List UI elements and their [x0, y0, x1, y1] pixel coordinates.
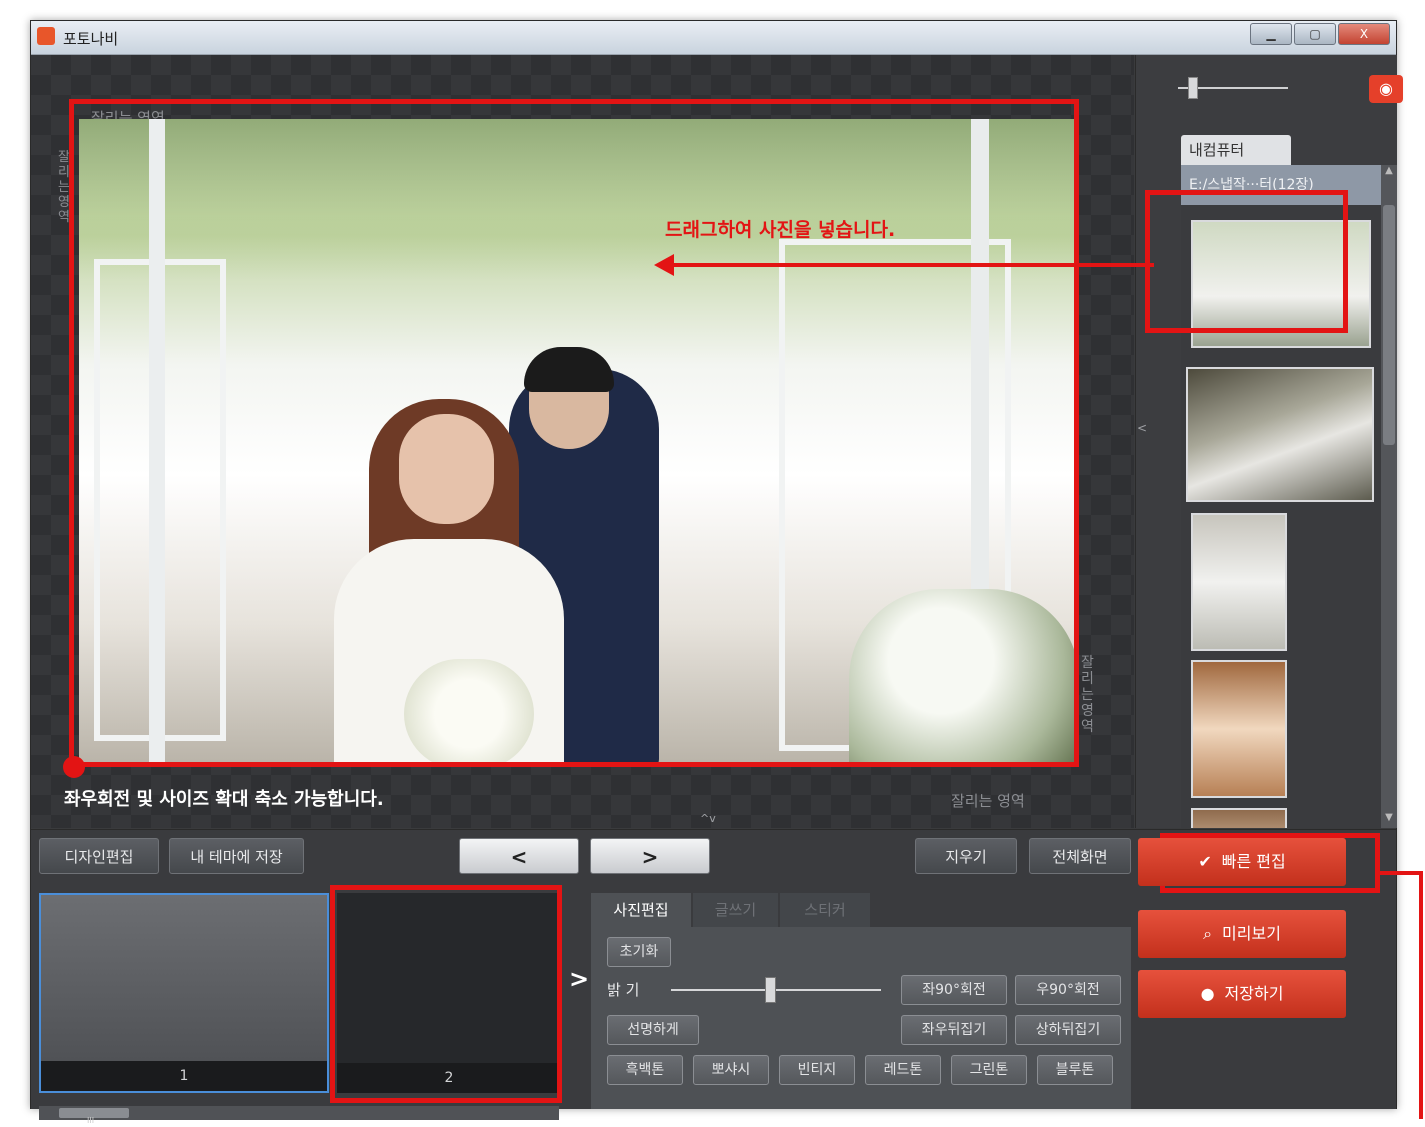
quick-edit-label: 빠른 편집: [1221, 852, 1286, 871]
scroll-up-icon[interactable]: ▲: [1381, 165, 1397, 181]
brightness-knob[interactable]: [764, 977, 776, 1003]
thumbnail-scrollbar[interactable]: ▲ ▼: [1381, 165, 1397, 828]
save-to-theme-button[interactable]: 내 테마에 저장: [169, 838, 304, 874]
filter-soft-button[interactable]: 뽀샤시: [693, 1055, 769, 1085]
drag-arrow-line: [660, 263, 1154, 267]
rotate-left-button[interactable]: 좌90°회전: [901, 975, 1007, 1005]
scroll-thumb[interactable]: [1383, 205, 1395, 445]
page-strip-next-icon[interactable]: >: [569, 965, 589, 993]
photo-edit-panel: 사진편집 글쓰기 스티커 초기화 밝 기 좌90°회전 우90°회전 선명하게 …: [591, 893, 1131, 1109]
preview-label: 미리보기: [1222, 924, 1281, 943]
expand-toggle-icon[interactable]: ^v: [700, 812, 716, 825]
page-thumb-1[interactable]: 1: [39, 893, 329, 1093]
scroll-grip: III: [87, 1116, 95, 1125]
page-strip-scroll-thumb[interactable]: III: [59, 1108, 129, 1125]
page-number-1: 1: [41, 1061, 327, 1091]
window-controls: ▁ ▢ X: [1250, 23, 1390, 45]
camera-icon: ◉: [1379, 79, 1393, 98]
brightness-label: 밝 기: [607, 981, 640, 999]
page-2-annotation: [330, 885, 562, 1103]
filter-green-button[interactable]: 그린톤: [951, 1055, 1027, 1085]
photo-sidebar: ◉ 내컴퓨터 E:/스냅작···터(12장) ▲ ▼: [1135, 55, 1403, 828]
thumbnail-4[interactable]: [1191, 660, 1287, 798]
resize-handle-icon[interactable]: [63, 756, 85, 778]
thumbnail-5[interactable]: [1191, 808, 1287, 828]
tab-my-computer[interactable]: 내컴퓨터: [1181, 135, 1291, 165]
sidebar-collapse-icon[interactable]: <: [1137, 421, 1147, 435]
preview-button[interactable]: ⌕ 미리보기: [1138, 910, 1346, 958]
brightness-slider[interactable]: [671, 989, 881, 991]
thumbnail-zoom-knob[interactable]: [1188, 77, 1198, 99]
photo-frame-annotation: [69, 99, 1079, 767]
tab-photo-edit[interactable]: 사진편집: [591, 893, 691, 927]
fullscreen-button[interactable]: 전체화면: [1029, 838, 1131, 874]
sharpen-button[interactable]: 선명하게: [607, 1015, 699, 1045]
thumbnail-2[interactable]: [1186, 367, 1374, 502]
close-button[interactable]: X: [1338, 23, 1390, 45]
filter-mono-button[interactable]: 흑백톤: [607, 1055, 683, 1085]
annotation-guide-vertical: [1419, 873, 1423, 1119]
next-page-button[interactable]: >: [590, 838, 710, 874]
design-edit-button[interactable]: 디자인편집: [39, 838, 159, 874]
filter-vintage-button[interactable]: 빈티지: [779, 1055, 855, 1085]
scroll-down-icon[interactable]: ▼: [1381, 812, 1397, 828]
annotation-guide-horizontal: [1380, 871, 1423, 875]
search-icon: ⌕: [1203, 924, 1213, 943]
quick-edit-button[interactable]: ✔ 빠른 편집: [1138, 838, 1346, 886]
flip-horizontal-button[interactable]: 좌우뒤집기: [901, 1015, 1007, 1045]
erase-button[interactable]: 지우기: [915, 838, 1017, 874]
flip-vertical-button[interactable]: 상하뒤집기: [1015, 1015, 1121, 1045]
filter-red-button[interactable]: 레드톤: [865, 1055, 941, 1085]
edit-panel-body: 초기화 밝 기 좌90°회전 우90°회전 선명하게 좌우뒤집기 상하뒤집기 흑…: [591, 927, 1131, 1109]
app-logo-icon: [37, 27, 55, 45]
crop-area-label-bottom: 잘리는 영역: [951, 792, 1025, 810]
page-strip-scrollbar[interactable]: III: [39, 1106, 559, 1125]
thumbnail-annotation: [1145, 190, 1348, 333]
camera-button[interactable]: ◉: [1369, 75, 1403, 103]
reset-button[interactable]: 초기화: [607, 937, 671, 967]
minimize-button[interactable]: ▁: [1250, 23, 1292, 45]
window-title: 포토나비: [63, 30, 119, 48]
rotate-hint-text: 좌우회전 및 사이즈 확대 축소 가능합니다.: [64, 789, 384, 810]
filter-blue-button[interactable]: 블루톤: [1037, 1055, 1113, 1085]
crop-area-label-right: 잘리는영역: [1081, 655, 1094, 735]
maximize-button[interactable]: ▢: [1294, 23, 1336, 45]
mouse-icon: ●: [1200, 984, 1215, 1003]
tab-sticker[interactable]: 스티커: [780, 893, 870, 927]
tab-text[interactable]: 글쓰기: [693, 893, 778, 927]
prev-page-button[interactable]: <: [459, 838, 579, 874]
save-label: 저장하기: [1224, 984, 1284, 1003]
drag-hint-text: 드래그하여 사진을 넣습니다.: [665, 219, 896, 241]
thumbnail-3[interactable]: [1191, 513, 1287, 651]
title-bar: 포토나비 ▁ ▢ X: [31, 21, 1396, 55]
drag-arrow-head-icon: [654, 254, 674, 276]
chevron-down-icon: ✔: [1198, 852, 1212, 871]
save-button[interactable]: ● 저장하기: [1138, 970, 1346, 1018]
rotate-right-button[interactable]: 우90°회전: [1015, 975, 1121, 1005]
